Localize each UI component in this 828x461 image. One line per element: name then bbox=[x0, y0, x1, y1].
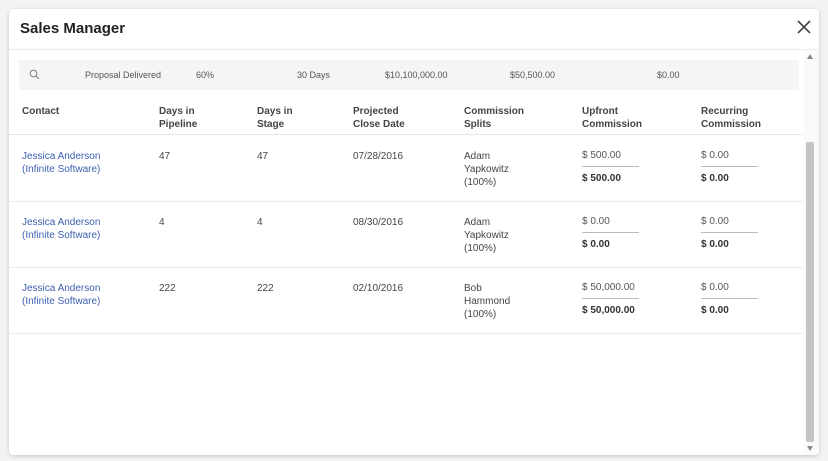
contact-company[interactable]: (Infinite Software) bbox=[22, 295, 142, 308]
modal-content: Proposal Delivered 60% 30 Days $10,100,0… bbox=[9, 50, 803, 455]
days-in-stage: 47 bbox=[257, 151, 269, 162]
split-percent: (100%) bbox=[464, 177, 497, 188]
split-percent: (100%) bbox=[464, 309, 497, 320]
days-in-pipeline: 222 bbox=[159, 283, 176, 294]
upfront-commission: $ 50,000.00 $ 50,000.00 bbox=[582, 282, 639, 316]
modal-header: Sales Manager bbox=[9, 9, 819, 50]
split-first-name: Adam bbox=[464, 151, 491, 162]
contact-name[interactable]: Jessica Anderson bbox=[22, 282, 142, 295]
table-row: Jessica Anderson (Infinite Software) 222… bbox=[9, 267, 803, 334]
scroll-thumb[interactable] bbox=[806, 142, 814, 442]
contact-name[interactable]: Jessica Anderson bbox=[22, 150, 142, 163]
recurring-commission-total: $ 0.00 bbox=[701, 239, 729, 250]
projected-close-date: 02/10/2016 bbox=[353, 283, 404, 294]
upfront-commission-input[interactable]: $ 50,000.00 bbox=[582, 282, 639, 299]
column-header-contact: Contact bbox=[22, 106, 60, 117]
column-header-days-pipeline: Days in Pipeline bbox=[159, 106, 198, 130]
projected-close-date: 07/28/2016 bbox=[353, 151, 404, 162]
column-header-days-stage: Days in Stage bbox=[257, 106, 293, 130]
contact-name[interactable]: Jessica Anderson bbox=[22, 216, 142, 229]
days-in-stage: 222 bbox=[257, 283, 274, 294]
projected-close-date: 08/30/2016 bbox=[353, 217, 404, 228]
summary-probability: 60% bbox=[196, 70, 215, 80]
commission-split: Adam Yapkowitz (100%) bbox=[464, 216, 544, 255]
commission-split: Bob Hammond (100%) bbox=[464, 282, 544, 321]
split-last-name: Yapkowitz bbox=[464, 230, 509, 241]
column-header-upfront: Upfront Commission bbox=[582, 106, 643, 130]
split-percent: (100%) bbox=[464, 243, 497, 254]
days-in-pipeline: 4 bbox=[159, 217, 165, 228]
contact-link[interactable]: Jessica Anderson (Infinite Software) bbox=[22, 282, 142, 308]
summary-bar: Proposal Delivered 60% 30 Days $10,100,0… bbox=[19, 60, 799, 90]
upfront-commission: $ 0.00 $ 0.00 bbox=[582, 216, 639, 250]
days-in-stage: 4 bbox=[257, 217, 263, 228]
recurring-commission: $ 0.00 $ 0.00 bbox=[701, 282, 758, 316]
upfront-commission-input[interactable]: $ 500.00 bbox=[582, 150, 639, 167]
upfront-commission-total: $ 50,000.00 bbox=[582, 305, 635, 316]
upfront-commission-total: $ 500.00 bbox=[582, 173, 621, 184]
scroll-up-arrow-icon[interactable] bbox=[807, 54, 813, 59]
contact-company[interactable]: (Infinite Software) bbox=[22, 163, 142, 176]
contact-link[interactable]: Jessica Anderson (Infinite Software) bbox=[22, 216, 142, 242]
column-header-commission-splits: Commission Splits bbox=[464, 106, 525, 130]
summary-commission: $50,500.00 bbox=[510, 70, 556, 80]
split-last-name: Hammond bbox=[464, 296, 511, 307]
upfront-commission-total: $ 0.00 bbox=[582, 239, 610, 250]
recurring-commission-total: $ 0.00 bbox=[701, 305, 729, 316]
table-row: Jessica Anderson (Infinite Software) 47 … bbox=[9, 135, 803, 202]
split-last-name: Yapkowitz bbox=[464, 164, 509, 175]
close-button[interactable] bbox=[795, 18, 813, 36]
upfront-commission-input[interactable]: $ 0.00 bbox=[582, 216, 639, 233]
close-icon bbox=[797, 20, 811, 34]
summary-recurring: $0.00 bbox=[657, 70, 680, 80]
column-header-close-date: Projected Close Date bbox=[353, 106, 405, 130]
summary-pipeline-value: $10,100,000.00 bbox=[385, 70, 448, 80]
modal-title: Sales Manager bbox=[20, 20, 126, 37]
split-first-name: Adam bbox=[464, 217, 491, 228]
recurring-commission-input[interactable]: $ 0.00 bbox=[701, 150, 758, 167]
summary-stage: Proposal Delivered bbox=[85, 70, 162, 80]
recurring-commission-input[interactable]: $ 0.00 bbox=[701, 282, 758, 299]
recurring-commission: $ 0.00 $ 0.00 bbox=[701, 150, 758, 184]
sales-manager-modal: Sales Manager Proposal Delivered 60% 30 … bbox=[9, 9, 819, 455]
split-first-name: Bob bbox=[464, 283, 482, 294]
contact-company[interactable]: (Infinite Software) bbox=[22, 229, 142, 242]
search-icon[interactable] bbox=[29, 69, 40, 80]
recurring-commission-total: $ 0.00 bbox=[701, 173, 729, 184]
contact-link[interactable]: Jessica Anderson (Infinite Software) bbox=[22, 150, 142, 176]
recurring-commission-input[interactable]: $ 0.00 bbox=[701, 216, 758, 233]
upfront-commission: $ 500.00 $ 500.00 bbox=[582, 150, 639, 184]
days-in-pipeline: 47 bbox=[159, 151, 171, 162]
commission-split: Adam Yapkowitz (100%) bbox=[464, 150, 544, 189]
recurring-commission: $ 0.00 $ 0.00 bbox=[701, 216, 758, 250]
vertical-scrollbar[interactable] bbox=[804, 50, 819, 455]
table-row: Jessica Anderson (Infinite Software) 4 4… bbox=[9, 201, 803, 268]
summary-days: 30 Days bbox=[297, 70, 331, 80]
scroll-down-arrow-icon[interactable] bbox=[807, 446, 813, 451]
column-header-recurring: Recurring Commission bbox=[701, 106, 762, 130]
